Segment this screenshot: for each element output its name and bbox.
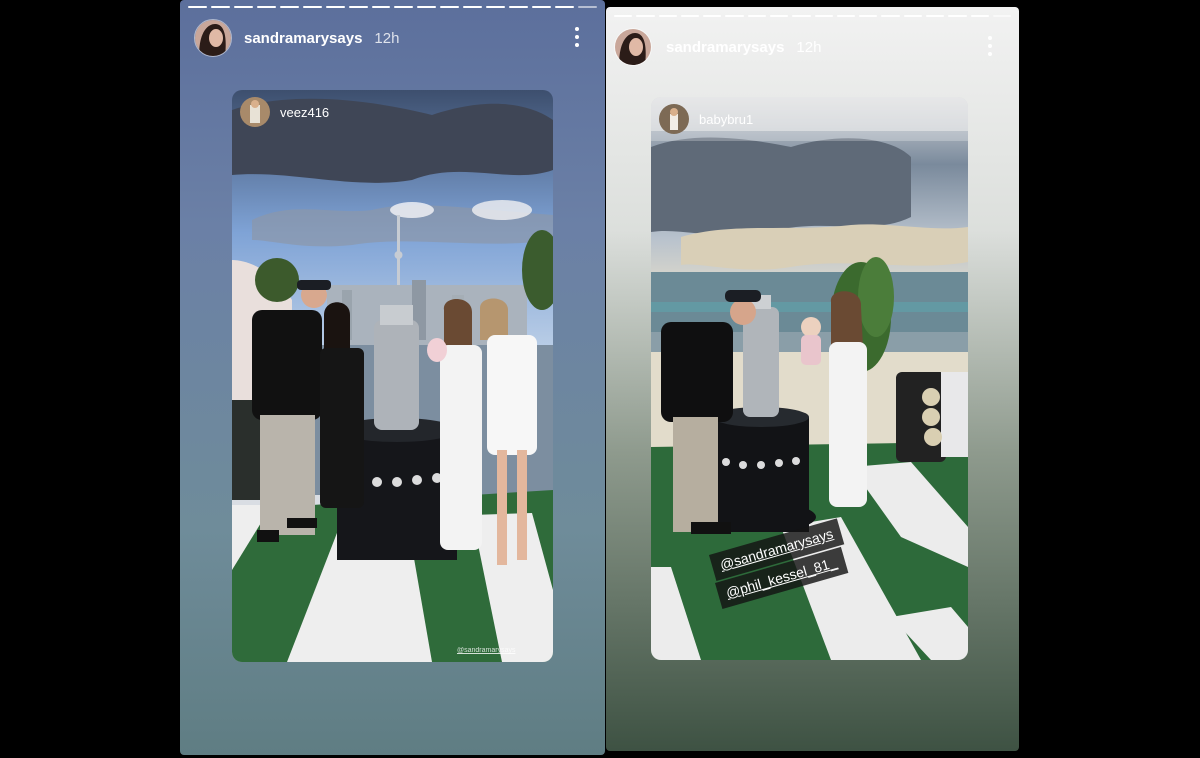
progress-segment bbox=[658, 15, 677, 17]
story-progress-bar bbox=[188, 6, 597, 8]
progress-segment bbox=[256, 6, 276, 8]
original-poster-avatar[interactable] bbox=[659, 104, 689, 134]
progress-segment bbox=[371, 6, 391, 8]
original-poster-username[interactable]: babybru1 bbox=[699, 112, 753, 127]
progress-segment bbox=[747, 15, 766, 17]
more-options-icon[interactable] bbox=[986, 36, 994, 56]
progress-segment bbox=[325, 6, 345, 8]
progress-segment bbox=[814, 15, 833, 17]
post-time: 12h bbox=[796, 38, 822, 56]
original-poster-avatar[interactable] bbox=[240, 97, 270, 127]
progress-segment bbox=[279, 6, 299, 8]
progress-segment bbox=[859, 15, 878, 17]
progress-segment bbox=[463, 6, 483, 8]
post-time: 12h bbox=[374, 29, 400, 47]
story-header: sandramarysays 12h bbox=[614, 28, 821, 66]
progress-segment bbox=[792, 15, 811, 17]
original-poster-username[interactable]: veez416 bbox=[280, 105, 329, 120]
progress-segment bbox=[992, 15, 1012, 17]
progress-segment bbox=[394, 6, 414, 8]
progress-segment bbox=[486, 6, 506, 8]
author-username[interactable]: sandramarysays bbox=[244, 30, 362, 47]
reshared-post-card[interactable]: veez416 @sandramarysays bbox=[232, 90, 553, 662]
progress-segment bbox=[636, 15, 655, 17]
progress-segment bbox=[440, 6, 460, 8]
progress-segment bbox=[925, 15, 945, 17]
progress-segment bbox=[302, 6, 322, 8]
author-username[interactable]: sandramarysays bbox=[666, 39, 784, 56]
progress-segment bbox=[210, 6, 230, 8]
more-options-icon[interactable] bbox=[573, 27, 581, 47]
progress-segment bbox=[532, 6, 551, 8]
author-avatar[interactable] bbox=[194, 19, 232, 57]
progress-segment bbox=[555, 6, 574, 8]
progress-segment bbox=[577, 6, 597, 8]
progress-segment bbox=[769, 15, 789, 17]
reshared-post-card[interactable]: babybru1 @sandramarysays @phil_kessel_81… bbox=[651, 97, 968, 660]
progress-segment bbox=[348, 6, 368, 8]
progress-segment bbox=[881, 15, 900, 17]
post-photo bbox=[232, 90, 553, 662]
progress-segment bbox=[417, 6, 437, 8]
author-avatar[interactable] bbox=[614, 28, 652, 66]
story-panel-left[interactable]: sandramarysays 12h veez416 @sandramarysa… bbox=[180, 0, 605, 755]
progress-segment bbox=[903, 15, 922, 17]
story-progress-bar bbox=[614, 15, 1012, 17]
progress-segment bbox=[836, 15, 856, 17]
progress-segment bbox=[970, 15, 989, 17]
progress-segment bbox=[233, 6, 253, 8]
progress-segment bbox=[509, 6, 529, 8]
progress-segment bbox=[948, 15, 967, 17]
reshared-post-header: babybru1 bbox=[651, 97, 968, 141]
photo-credit-mention[interactable]: @sandramarysays bbox=[457, 647, 515, 654]
progress-segment bbox=[188, 6, 207, 8]
progress-segment bbox=[614, 15, 633, 17]
reshared-post-header: veez416 bbox=[232, 90, 553, 134]
progress-segment bbox=[703, 15, 722, 17]
story-header: sandramarysays 12h bbox=[194, 19, 399, 57]
progress-segment bbox=[680, 15, 700, 17]
progress-segment bbox=[725, 15, 744, 17]
story-panel-right[interactable]: sandramarysays 12h babybru1 @sandramarys… bbox=[606, 7, 1019, 751]
